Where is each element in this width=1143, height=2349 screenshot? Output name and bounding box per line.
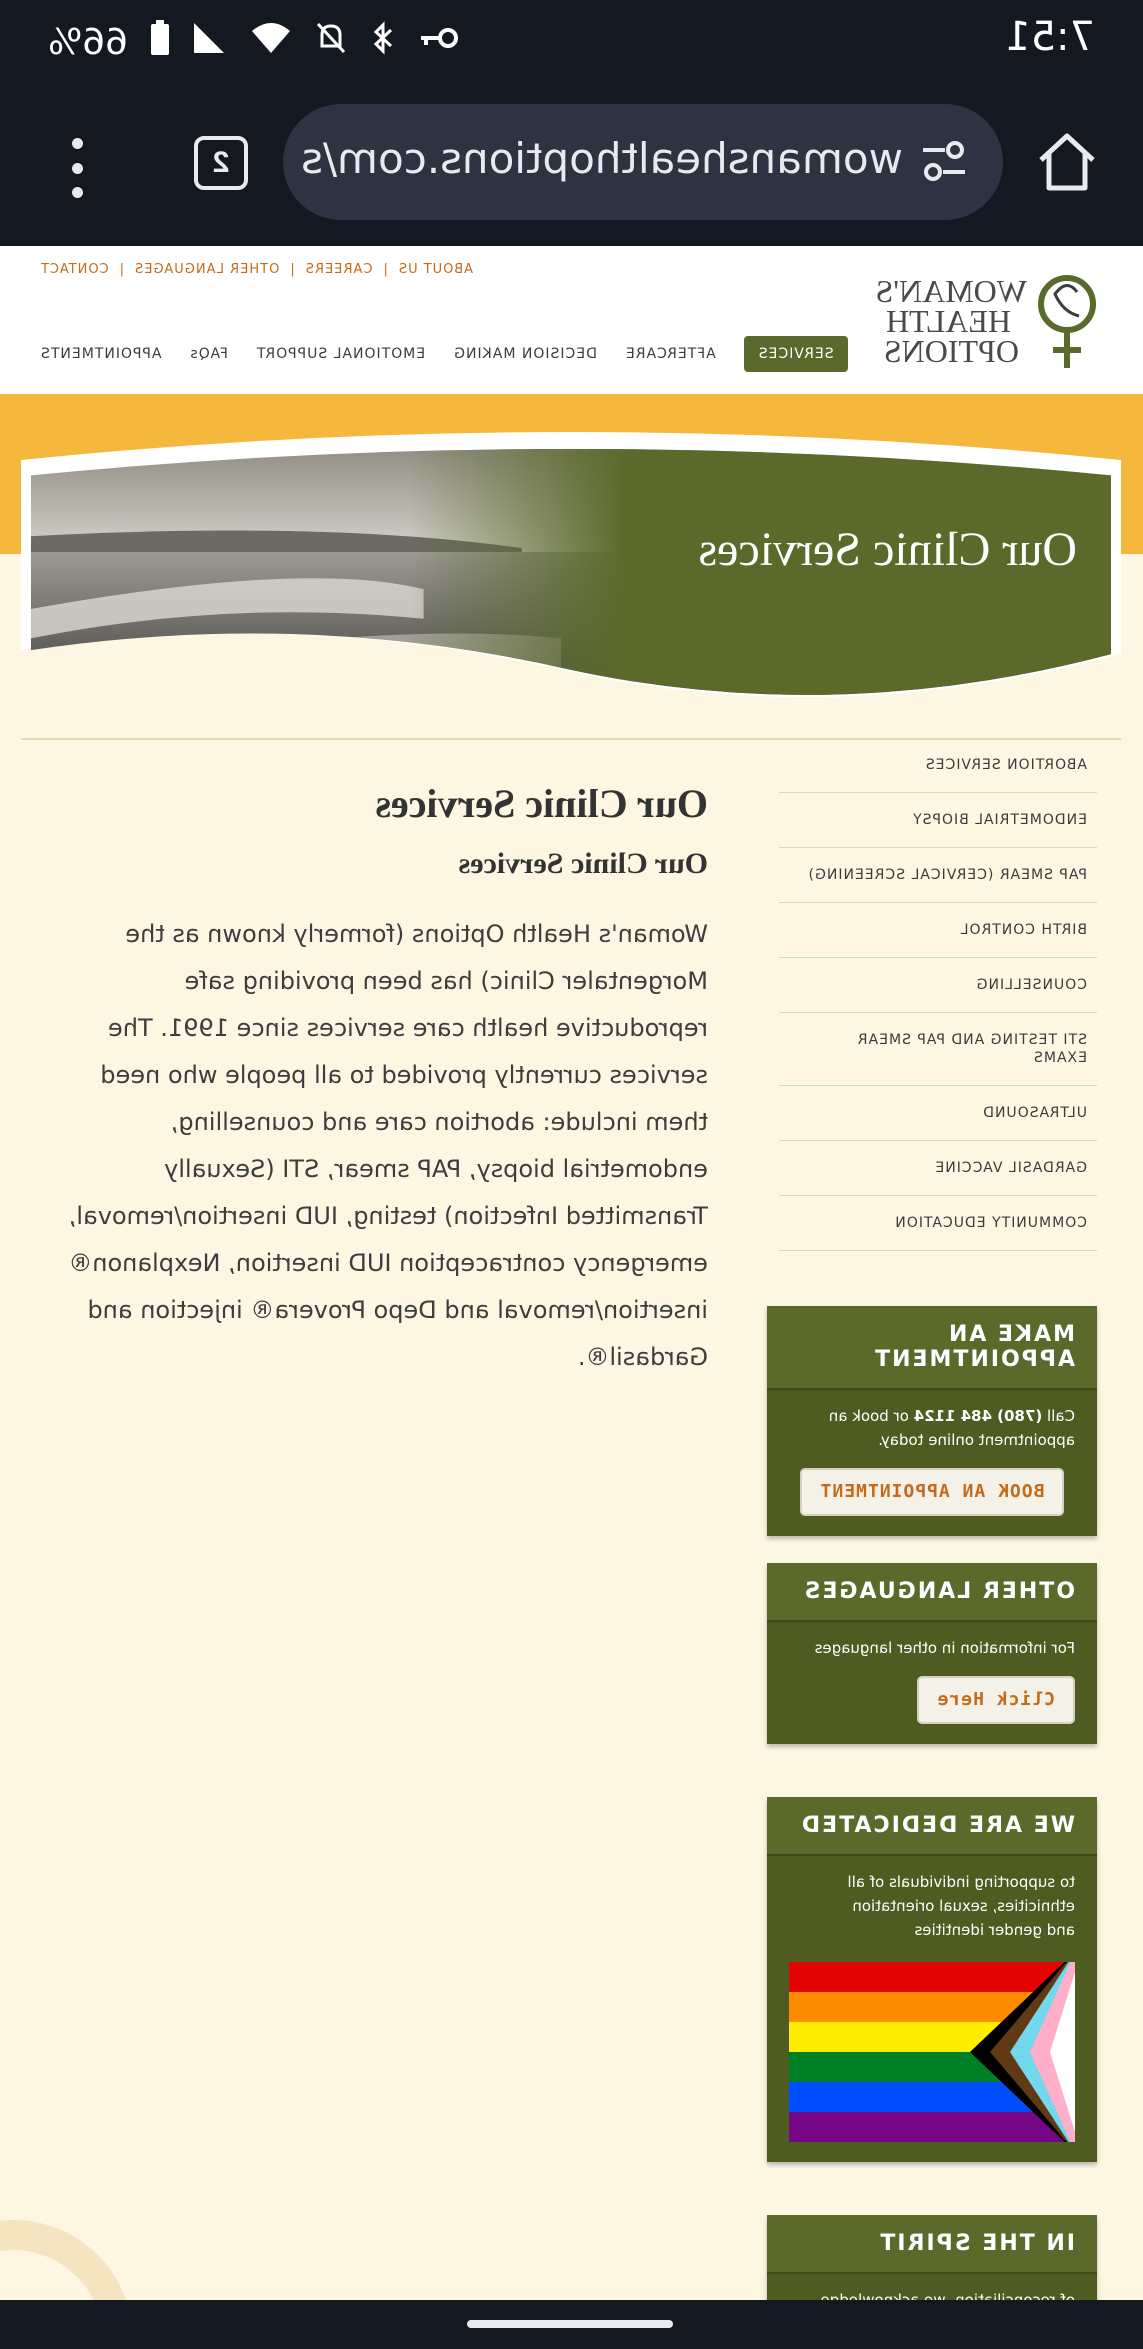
appointment-box: MAKE AN APPOINTMENT Call (780) 484 1124 … <box>767 1306 1097 1536</box>
battery-percent: 66% <box>48 22 129 63</box>
sidebar-item-counselling[interactable]: COUNSELLING <box>779 958 1097 1013</box>
vpn-key-icon <box>418 23 459 62</box>
status-time: 7:51 <box>1005 14 1095 60</box>
home-icon <box>1039 133 1095 191</box>
spirit-title: IN THE SPIRIT <box>767 2215 1097 2274</box>
sidebar-item-community-education[interactable]: COMMUNITY EDUCATION <box>779 1196 1097 1251</box>
logo-line-3: OPTIONS <box>883 333 1019 369</box>
click-here-button[interactable]: Click Here <box>916 1676 1075 1724</box>
main-nav: SERVICES AFTERCARE DECISION MAKING EMOTI… <box>40 336 848 372</box>
languages-title: OTHER LANGUAGES <box>767 1563 1097 1622</box>
dedicated-box: WE ARE DEDICATED to supporting individua… <box>767 1797 1097 2162</box>
browser-toolbar: womanshealthoptions.com/s 2 <box>0 86 1143 246</box>
url-text[interactable]: womanshealthoptions.com/s <box>303 134 903 183</box>
home-gesture-handle[interactable] <box>467 2320 673 2328</box>
link-contact[interactable]: CONTACT <box>40 262 109 277</box>
progress-pride-flag <box>789 1952 1075 2152</box>
languages-box: OTHER LANGUAGES For information in other… <box>767 1563 1097 1744</box>
logo-line-2: HEALTH <box>885 303 1011 339</box>
battery-icon <box>150 20 170 65</box>
muted-bell-icon <box>314 20 348 65</box>
section-title: Our Clinic Services <box>458 847 708 880</box>
appointment-text-pre: Call <box>1042 1407 1075 1425</box>
logo-text: WOMAN'S HEALTH OPTIONS <box>875 273 1027 369</box>
nav-emotional-support[interactable]: EMOTIONAL SUPPORT <box>256 346 425 362</box>
address-bar[interactable]: womanshealthoptions.com/s <box>283 104 1003 220</box>
main-content: Our Clinic Services Our Clinic Services … <box>38 780 708 1381</box>
nav-faqs[interactable]: FAQs <box>189 346 227 362</box>
link-careers[interactable]: CAREERS <box>305 262 373 277</box>
system-nav-bar <box>0 2300 1143 2349</box>
wifi-icon <box>250 21 292 64</box>
spirit-box: IN THE SPIRIT of reconciliation, we ackn… <box>767 2215 1097 2305</box>
appointment-title: MAKE AN APPOINTMENT <box>767 1306 1097 1390</box>
dedicated-text: to supporting individuals of all ethnici… <box>847 1873 1075 1939</box>
dedicated-title: WE ARE DEDICATED <box>767 1797 1097 1856</box>
sidebar-item-ultrasound[interactable]: ULTRASOUND <box>779 1086 1097 1141</box>
services-sidebar: ABORTION SERVICES ENDOMETRIAL BIOPSY PAP… <box>779 738 1097 1251</box>
sidebar-item-pap-smear[interactable]: PAP SMEAR (CERVICAL SCREENING) <box>779 848 1097 903</box>
link-about-us[interactable]: ABOUT US <box>398 262 473 277</box>
signal-icon <box>192 21 228 64</box>
logo-figure-icon <box>1038 275 1096 368</box>
page-title: Our Clinic Services <box>375 781 708 826</box>
logo-line-1: WOMAN'S <box>875 273 1027 309</box>
hero-title: Our Clinic Services <box>698 523 1077 576</box>
hero-banner: Our Clinic Services <box>21 432 1121 702</box>
site-settings-icon[interactable] <box>919 136 969 186</box>
sidebar-item-birth-control[interactable]: BIRTH CONTROL <box>779 903 1097 958</box>
site-header: WOMAN'S HEALTH OPTIONS ABOUT US | CAREERS… <box>0 246 1143 394</box>
bluetooth-icon <box>370 20 396 65</box>
sidebar-item-abortion-services[interactable]: ABORTION SERVICES <box>779 738 1097 793</box>
site-logo[interactable]: WOMAN'S HEALTH OPTIONS <box>875 268 1107 378</box>
nav-aftercare[interactable]: AFTERCARE <box>625 346 716 362</box>
sidebar-item-gardasil-vaccine[interactable]: GARDASIL VACCINE <box>779 1141 1097 1196</box>
sidebar-item-sti-testing[interactable]: STI TESTING AND PAP SMEAR EXAMS <box>779 1013 1097 1086</box>
languages-text: For information in other languages <box>814 1639 1075 1657</box>
home-button[interactable] <box>1031 126 1103 198</box>
top-links: ABOUT US | CAREERS | OTHER LANGUAGES | CONT… <box>40 262 473 277</box>
status-icons: 66% <box>48 20 459 65</box>
nav-services[interactable]: SERVICES <box>743 336 848 372</box>
link-other-languages[interactable]: OTHER LANGUAGES <box>134 262 279 277</box>
status-bar: 7:51 66% <box>0 0 1143 86</box>
nav-appointments[interactable]: APPOINTMENTS <box>40 346 161 362</box>
overflow-menu-button[interactable] <box>63 138 93 198</box>
tab-switcher-button[interactable]: 2 <box>194 136 248 190</box>
sidebar-item-endometrial-biopsy[interactable]: ENDOMETRIAL BIOPSY <box>779 793 1097 848</box>
book-appointment-button[interactable]: BOOK AN APPOINTMENT <box>799 1468 1065 1516</box>
appointment-phone[interactable]: (780) 484 1124 <box>914 1407 1043 1425</box>
services-description: Woman's Health Options (formerly known a… <box>68 920 708 1371</box>
nav-decision-making[interactable]: DECISION MAKING <box>453 346 597 362</box>
